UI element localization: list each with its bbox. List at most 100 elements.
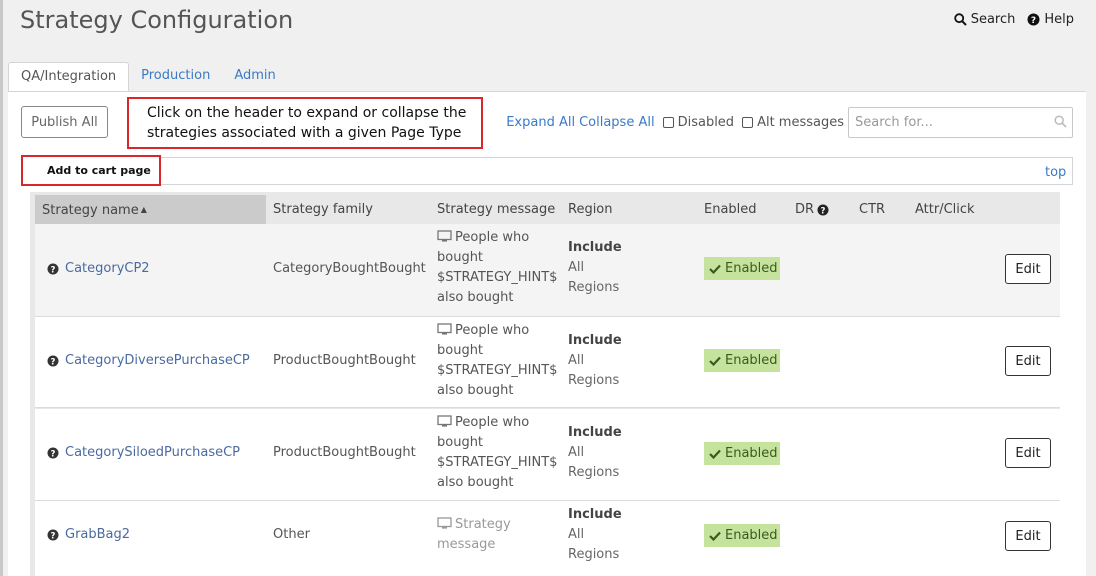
help-link-label: Help — [1044, 12, 1074, 27]
header-ctr[interactable]: CTR — [859, 195, 885, 224]
callout-line-1: Click on the header to expand or collaps… — [147, 105, 467, 121]
strategy-name: CategorySiloedPurchaseCP — [65, 445, 241, 460]
status-label: Enabled — [725, 261, 778, 276]
region-cell: Include All Regions — [568, 423, 648, 483]
strategy-message: People who bought $STRATEGY_HINT$ also b… — [437, 321, 562, 401]
header-attr-click[interactable]: Attr/Click — [915, 195, 975, 224]
svg-text:?: ? — [1031, 16, 1036, 26]
alt-messages-label: Alt messages — [757, 114, 844, 130]
question-circle-icon: ? — [817, 204, 829, 216]
check-icon — [709, 531, 721, 541]
message-line: bought — [437, 343, 484, 358]
help-link[interactable]: ? Help — [1027, 12, 1074, 27]
message-line: People who — [455, 230, 530, 245]
message-line: also bought — [437, 290, 514, 305]
region-cell: Include All Regions — [568, 238, 648, 298]
window-left-edge — [0, 0, 3, 576]
header-enabled[interactable]: Enabled — [704, 195, 757, 224]
disabled-checkbox[interactable] — [662, 116, 674, 128]
status-label: Enabled — [725, 528, 778, 543]
help-circle-icon: ? — [1027, 13, 1040, 26]
region-cell: Include All Regions — [568, 505, 648, 565]
edit-button[interactable]: Edit — [1005, 438, 1051, 468]
message-line: bought — [437, 435, 484, 450]
list-toolbar: Expand All Collapse All Disabled Alt mes… — [506, 113, 844, 131]
message-line: Strategy — [455, 517, 511, 532]
strategy-name-cell[interactable]: ? CategoryCP2 — [47, 259, 150, 279]
expand-all-link[interactable]: Expand All — [506, 115, 575, 130]
callout-line-2: strategies associated with a given Page … — [147, 125, 462, 141]
message-line: bought — [437, 250, 484, 265]
svg-text:?: ? — [51, 449, 56, 459]
top-link[interactable]: top — [1045, 165, 1066, 180]
strategy-name: GrabBag2 — [65, 527, 131, 542]
search-icon — [953, 13, 967, 26]
top-links: Search ? Help — [953, 12, 1074, 27]
region-value: Regions — [568, 373, 620, 388]
monitor-icon — [437, 415, 452, 427]
table-row: ? CategoryCP2 CategoryBoughtBought Peopl… — [35, 224, 1060, 317]
strategy-family: Other — [273, 527, 310, 542]
header-dr-label: DR — [795, 202, 815, 217]
status-badge: Enabled — [704, 257, 780, 280]
svg-text:?: ? — [51, 265, 56, 275]
header-strategy-family[interactable]: Strategy family — [273, 195, 373, 224]
region-label: Include — [568, 240, 622, 255]
message-line: $STRATEGY_HINT$ — [437, 455, 558, 470]
header-region[interactable]: Region — [568, 195, 613, 224]
region-value: Regions — [568, 547, 620, 562]
instruction-callout: Click on the header to expand or collaps… — [127, 97, 483, 149]
edit-button[interactable]: Edit — [1005, 521, 1051, 551]
sort-asc-icon: ▲ — [140, 205, 147, 214]
tab-production[interactable]: Production — [129, 62, 222, 92]
page-type-section-header[interactable] — [21, 157, 1073, 185]
strategy-name-cell[interactable]: ? CategorySiloedPurchaseCP — [47, 443, 240, 463]
status-badge: Enabled — [704, 349, 780, 372]
strategy-family: ProductBoughtBought — [273, 353, 416, 368]
status-badge: Enabled — [704, 442, 780, 465]
collapse-all-link[interactable]: Collapse All — [579, 115, 655, 130]
strategy-name-cell[interactable]: ? CategoryDiversePurchaseCP — [47, 351, 250, 371]
table-row: ? GrabBag2 Other Strategy message Includ… — [35, 501, 1060, 576]
section-title-add-to-cart[interactable]: Add to cart page — [21, 155, 161, 186]
strategy-family: CategoryBoughtBought — [273, 261, 426, 276]
search-input[interactable] — [848, 107, 1073, 138]
header-strategy-message[interactable]: Strategy message — [437, 195, 555, 224]
publish-all-button[interactable]: Publish All — [21, 106, 108, 138]
strategy-family: ProductBoughtBought — [273, 445, 416, 460]
region-label: Include — [568, 425, 622, 440]
tab-admin[interactable]: Admin — [222, 62, 287, 92]
strategy-name: CategoryDiversePurchaseCP — [65, 353, 250, 368]
check-icon — [709, 449, 721, 459]
table-row: ? CategorySiloedPurchaseCP ProductBought… — [35, 409, 1060, 501]
region-value: Regions — [568, 465, 620, 480]
search-link-label: Search — [970, 12, 1016, 27]
alt-messages-checkbox[interactable] — [742, 116, 754, 128]
strategy-name-cell[interactable]: ? GrabBag2 — [47, 525, 130, 545]
header-strategy-name[interactable]: Strategy name ▲ — [35, 195, 266, 224]
message-line: also bought — [437, 383, 514, 398]
message-line: People who — [455, 323, 530, 338]
header-dr[interactable]: DR ? — [795, 195, 829, 224]
message-line: $STRATEGY_HINT$ — [437, 363, 558, 378]
check-icon — [709, 356, 721, 366]
region-value: All — [568, 260, 585, 275]
question-circle-icon: ? — [47, 529, 59, 541]
search-icon — [1054, 115, 1067, 128]
message-line: message — [437, 537, 496, 552]
page-title: Strategy Configuration — [20, 6, 294, 34]
edit-button[interactable]: Edit — [1005, 346, 1051, 376]
tab-qa-integration[interactable]: QA/Integration — [8, 62, 130, 92]
monitor-icon — [437, 323, 452, 335]
question-circle-icon: ? — [47, 355, 59, 367]
monitor-icon — [437, 230, 452, 242]
region-label: Include — [568, 333, 622, 348]
svg-text:?: ? — [51, 357, 56, 367]
region-value: Regions — [568, 280, 620, 295]
edit-button[interactable]: Edit — [1005, 254, 1051, 284]
strategy-message: People who bought $STRATEGY_HINT$ also b… — [437, 413, 562, 493]
check-icon — [709, 264, 721, 274]
question-circle-icon: ? — [47, 447, 59, 459]
search-link[interactable]: Search — [953, 12, 1016, 27]
table-header-row: Strategy name ▲ Strategy family Strategy … — [30, 195, 1060, 224]
